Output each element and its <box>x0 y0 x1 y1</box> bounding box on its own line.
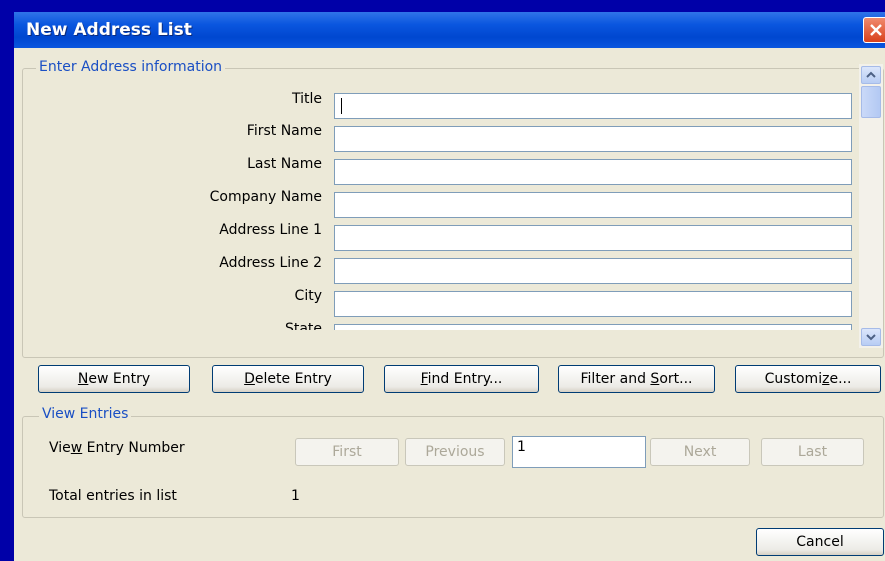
address-line-1-input[interactable] <box>334 225 852 251</box>
address-fields-viewport: Title First Name Last Name Company Name … <box>14 78 859 330</box>
title-input[interactable] <box>334 93 852 119</box>
view-entries-legend: View Entries <box>39 406 132 422</box>
first-button[interactable]: First <box>295 438 399 466</box>
last-name-input[interactable] <box>334 159 852 185</box>
title-label: Title <box>291 91 322 107</box>
city-input[interactable] <box>334 291 852 317</box>
city-label: City <box>294 288 322 304</box>
first-name-input[interactable] <box>334 126 852 152</box>
scroll-thumb[interactable] <box>861 86 881 118</box>
entry-number-input[interactable]: 1 <box>512 436 646 468</box>
scroll-up-button[interactable] <box>861 66 881 84</box>
address-line-1-label: Address Line 1 <box>219 222 322 238</box>
close-icon <box>870 24 882 36</box>
company-name-input[interactable] <box>334 192 852 218</box>
close-button[interactable] <box>863 17 885 43</box>
last-button[interactable]: Last <box>761 438 864 466</box>
find-entry-button[interactable]: Find Entry... <box>384 365 539 393</box>
total-entries-value: 1 <box>291 488 300 504</box>
text-cursor <box>341 98 342 114</box>
cancel-button[interactable]: Cancel <box>756 528 884 556</box>
address-info-legend: Enter Address information <box>36 59 226 75</box>
customize-button[interactable]: Customize... <box>735 365 881 393</box>
next-button[interactable]: Next <box>650 438 750 466</box>
total-entries-label: Total entries in list <box>49 488 177 504</box>
filter-and-sort-button[interactable]: Filter and Sort... <box>558 365 715 393</box>
address-line-2-label: Address Line 2 <box>219 255 322 271</box>
last-name-label: Last Name <box>247 156 322 172</box>
title-bar[interactable]: New Address List <box>14 12 885 48</box>
chevron-up-icon <box>866 71 876 78</box>
scroll-down-button[interactable] <box>861 328 881 346</box>
new-address-list-dialog: New Address List Enter Address informati… <box>14 12 885 561</box>
state-input[interactable] <box>334 324 852 330</box>
window-title: New Address List <box>26 20 192 40</box>
address-line-2-input[interactable] <box>334 258 852 284</box>
delete-entry-button[interactable]: Delete Entry <box>212 365 364 393</box>
state-label: State <box>284 321 322 330</box>
previous-button[interactable]: Previous <box>405 438 505 466</box>
company-name-label: Company Name <box>209 189 322 205</box>
first-name-label: First Name <box>246 123 322 139</box>
chevron-down-icon <box>866 334 876 341</box>
address-fields-scrollbar[interactable] <box>859 64 883 348</box>
new-entry-button[interactable]: New Entry <box>38 365 190 393</box>
view-entry-number-label: View Entry Number <box>49 440 185 456</box>
